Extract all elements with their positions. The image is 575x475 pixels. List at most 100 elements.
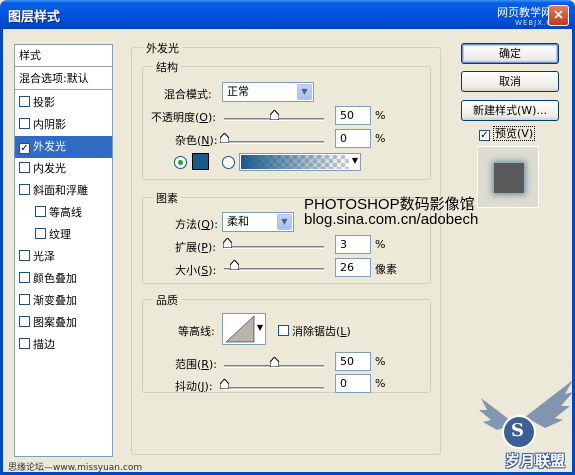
structure-title: 结构 — [153, 59, 181, 75]
style-item-checkbox[interactable] — [19, 184, 30, 195]
watermark-line2: blog.sina.com.cn/adobech — [304, 211, 479, 228]
style-item-checkbox[interactable] — [19, 118, 30, 129]
noise-unit: % — [375, 132, 386, 145]
style-item[interactable]: 内阴影 — [15, 114, 112, 136]
style-item[interactable]: 光泽 — [15, 246, 112, 268]
range-slider-thumb[interactable] — [270, 357, 279, 367]
spread-unit: % — [375, 238, 386, 251]
style-item-checkbox[interactable] — [19, 96, 30, 107]
style-item-checkbox[interactable]: ✓ — [19, 143, 30, 154]
range-input[interactable]: 50 — [335, 352, 371, 371]
style-item-label: 描边 — [33, 338, 55, 351]
contour-picker[interactable]: ▼ — [222, 313, 266, 345]
size-label: 大小(S): — [175, 264, 217, 277]
style-item-label: 渐变叠加 — [33, 294, 77, 307]
logo-letter: S — [511, 420, 524, 441]
style-item[interactable]: 描边 — [15, 334, 112, 356]
contour-label: 等高线: — [178, 325, 215, 338]
style-item-checkbox[interactable] — [19, 272, 30, 283]
opacity-input[interactable]: 50 — [335, 106, 371, 125]
style-item[interactable]: 渐变叠加 — [15, 290, 112, 312]
opacity-unit: % — [375, 109, 386, 122]
gradient-preview — [241, 155, 349, 169]
spread-slider-track[interactable] — [224, 246, 324, 249]
opacity-slider-thumb[interactable] — [270, 110, 279, 120]
watermark-footer: 思缘论坛—www.missyuan.com — [8, 463, 143, 473]
style-item[interactable]: 内发光 — [15, 158, 112, 180]
preview-check: ✓ — [479, 130, 490, 141]
style-item-label: 纹理 — [49, 228, 71, 241]
title-bar — [0, 0, 575, 29]
style-preview — [477, 146, 539, 208]
style-item[interactable]: ✓ 外发光 — [15, 136, 112, 158]
logo-text: 岁月联盟 — [505, 452, 566, 470]
noise-slider-track[interactable] — [224, 141, 324, 144]
method-value: 柔和 — [227, 215, 249, 228]
style-item-label: 投影 — [33, 96, 55, 109]
style-item-label: 光泽 — [33, 250, 55, 263]
cancel-button[interactable]: 取消 — [461, 71, 559, 92]
range-unit: % — [375, 355, 386, 368]
style-item-label: 等高线 — [49, 206, 82, 219]
styles-list: 样式 混合选项:默认 投影 内阴影 ✓ 外发光 内发光 斜面和浮雕 等高线 纹理 光泽 颜色叠加渐… — [14, 44, 113, 457]
ok-button[interactable]: 确定 — [461, 43, 559, 64]
jitter-slider-track[interactable] — [224, 387, 324, 390]
style-item-label: 斜面和浮雕 — [33, 184, 88, 197]
style-item-checkbox[interactable] — [19, 162, 30, 173]
styles-list-header[interactable]: 样式 — [15, 45, 112, 67]
method-select[interactable]: 柔和 ▼ — [222, 212, 294, 232]
method-label: 方法(Q): — [175, 218, 218, 231]
new-style-button[interactable]: 新建样式(W)... — [461, 100, 559, 121]
style-item-checkbox[interactable] — [19, 250, 30, 261]
style-item[interactable]: 纹理 — [15, 224, 112, 246]
chevron-down-icon: ▼ — [351, 156, 358, 165]
jitter-unit: % — [375, 377, 386, 390]
watermark-top: 网页教学网 — [497, 6, 552, 19]
range-label: 范围(R): — [175, 358, 217, 371]
style-item[interactable]: 投影 — [15, 92, 112, 114]
noise-input[interactable]: 0 — [335, 129, 371, 148]
blend-mode-select[interactable]: 正常 ▼ — [222, 82, 314, 102]
style-item[interactable]: 颜色叠加 — [15, 268, 112, 290]
size-slider-thumb[interactable] — [230, 260, 240, 270]
style-item-checkbox[interactable] — [19, 338, 30, 349]
chevron-down-icon: ▼ — [297, 84, 312, 100]
style-item[interactable]: 图案叠加 — [15, 312, 112, 334]
jitter-label: 抖动(J): — [175, 380, 213, 393]
noise-slider-thumb[interactable] — [220, 133, 229, 143]
color-mode-radio[interactable] — [174, 156, 187, 169]
blend-options-item[interactable]: 混合选项:默认 — [15, 68, 112, 90]
style-item-checkbox[interactable] — [19, 294, 30, 305]
style-item-checkbox[interactable] — [35, 206, 46, 217]
gradient-picker[interactable]: ▼ — [239, 153, 361, 171]
jitter-slider-thumb[interactable] — [220, 379, 229, 389]
style-item[interactable]: 斜面和浮雕 — [15, 180, 112, 202]
quality-title: 品质 — [153, 292, 181, 308]
chevron-down-icon: ▼ — [256, 323, 263, 332]
jitter-input[interactable]: 0 — [335, 374, 371, 393]
antialias-checkbox[interactable]: 消除锯齿(L) — [278, 323, 351, 339]
glow-color-swatch[interactable] — [192, 153, 209, 170]
spread-slider-thumb[interactable] — [223, 238, 232, 248]
style-item-label: 颜色叠加 — [33, 272, 77, 285]
preview-checkbox[interactable]: ✓ 预览(V) — [479, 125, 536, 141]
gradient-mode-radio[interactable] — [222, 156, 235, 169]
size-input[interactable]: 26 — [335, 258, 371, 277]
elements-title: 图素 — [153, 190, 181, 206]
preview-thumbnail — [494, 163, 524, 193]
window-title: 图层样式 — [8, 10, 61, 25]
opacity-label: 不透明度(O): — [151, 111, 216, 124]
style-item-label: 图案叠加 — [33, 316, 77, 329]
site-logo: S 岁月联盟 — [475, 372, 575, 472]
style-item[interactable]: 等高线 — [15, 202, 112, 224]
style-item-checkbox[interactable] — [35, 228, 46, 239]
blend-mode-value: 正常 — [227, 85, 249, 98]
contour-preview — [225, 315, 255, 343]
style-item-label: 内发光 — [33, 162, 66, 175]
spread-input[interactable]: 3 — [335, 235, 371, 254]
close-button[interactable]: × — [548, 5, 569, 26]
style-item-checkbox[interactable] — [19, 316, 30, 327]
noise-label: 杂色(N): — [175, 134, 218, 147]
chevron-down-icon: ▼ — [277, 214, 292, 230]
style-item-label: 外发光 — [33, 140, 66, 153]
